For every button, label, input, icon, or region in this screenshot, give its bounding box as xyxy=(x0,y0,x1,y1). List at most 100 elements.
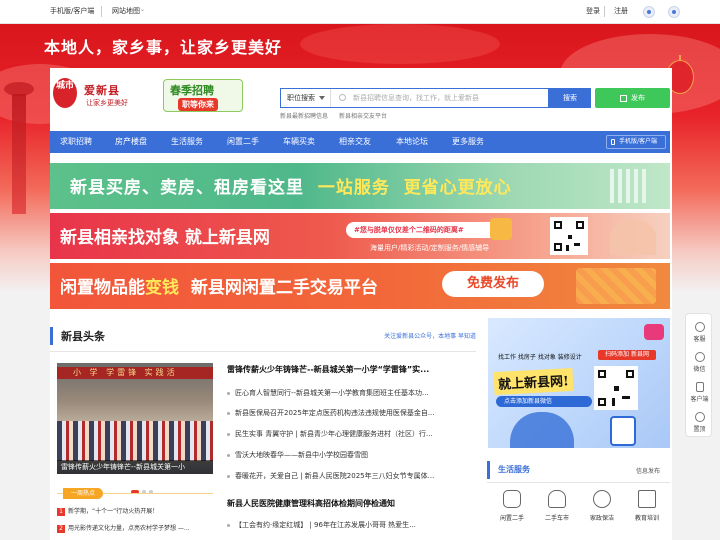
headline-photo[interactable]: 小 学 学雷锋 实践活 雷锋传薪火少年铸锋芒--新县城关第一小 xyxy=(57,363,213,474)
user-icon[interactable] xyxy=(668,6,680,18)
news-item[interactable]: 新县人民医院健康管理科高招体检期间停检通知 xyxy=(227,498,477,509)
banner-dating-pill-text: #您与脱单仅仅差个二维码的距离# xyxy=(354,226,464,234)
sitemap-link[interactable]: 网站地图 xyxy=(112,6,140,16)
publish-button[interactable]: 发布 xyxy=(595,88,670,108)
search-icon xyxy=(339,94,346,101)
site-name: 爱新县 xyxy=(84,84,120,97)
phone-icon xyxy=(610,416,636,446)
service-used-cars[interactable]: 二手车市 xyxy=(535,490,579,522)
divider xyxy=(101,6,102,17)
banner-dating-pill: #您与脱单仅仅差个二维码的距离# xyxy=(346,218,512,240)
car-icon xyxy=(548,490,566,508)
news-text: 【工会有约·缘定红城】 | 96年在江苏发展小哥哥 热爱生... xyxy=(235,521,416,529)
nav-item-forum[interactable]: 本地论坛 xyxy=(396,131,428,153)
login-link[interactable]: 登录 xyxy=(586,6,600,16)
logo-badge: 城市 xyxy=(55,81,74,91)
float-label: 微信 xyxy=(693,366,706,373)
nav-item-more[interactable]: 更多服务 xyxy=(452,131,484,153)
news-item[interactable]: 雪沃大地映春华——新县中小学校园春雪图 xyxy=(227,450,477,460)
hint-link-jobs[interactable]: 新县最新招聘信息 xyxy=(280,111,328,120)
phone-icon xyxy=(695,382,704,392)
news-text: 民生实事 青翼守护 | 新县青少年心理健康服务进村（社区）行... xyxy=(235,430,433,438)
ad-add-button[interactable]: 点击添加新县微信 xyxy=(496,396,592,407)
banner-dating-sub: 海量用户/精彩活动/定制服务/情感辅导 xyxy=(370,244,490,252)
qr-code[interactable] xyxy=(550,217,588,255)
service-secondhand[interactable]: 闲置二手 xyxy=(490,490,534,522)
search-button[interactable]: 搜索 xyxy=(549,88,591,108)
life-service-header: 生活服务 信息发布 xyxy=(487,461,670,479)
news-item[interactable]: 春暖花开，关爱自己 | 新县人民医院2025年三八妇女节专属体... xyxy=(227,471,477,481)
news-item[interactable]: 雷锋传薪火少年铸锋芒--新县城关第一小学“学雷锋”实... xyxy=(227,364,477,375)
nav-item-secondhand[interactable]: 闲置二手 xyxy=(227,131,259,153)
banner-secondhand-text: 闲置物品能变钱 新县网闲置二手交易平台 xyxy=(60,273,378,298)
float-back-to-top[interactable]: 置顶 xyxy=(686,412,713,433)
banner-dating[interactable]: 新县相亲找对象 就上新县网 #您与脱单仅仅差个二维码的距离# 海量用户/精彩活动… xyxy=(50,213,670,259)
news-item[interactable]: 【工会有约·缘定红城】 | 96年在江苏发展小哥哥 热爱生... xyxy=(227,520,477,530)
banner-housing-highlight: 一站服务 xyxy=(317,178,390,198)
hot-rank: 1 xyxy=(57,508,65,516)
nav-item-cars[interactable]: 车辆买卖 xyxy=(283,131,315,153)
banner-housing[interactable]: 新县买房、卖房、租房看这里 一站服务 更省心更放心 xyxy=(50,163,670,209)
phone-icon xyxy=(611,139,615,145)
chat-icon xyxy=(644,324,664,340)
search-category-select[interactable]: 职位搜索 xyxy=(281,89,331,107)
photo-crowd xyxy=(57,421,213,461)
photo-banner: 小 学 学雷锋 实践活 xyxy=(57,367,213,379)
nav-mobile-button[interactable]: 手机版/客户端 xyxy=(606,135,666,149)
chevron-down-icon: ⌄ xyxy=(140,6,146,13)
news-item[interactable]: 新县医保局召开2025年定点医药机构违法违规使用医保基金自... xyxy=(227,408,477,418)
divider xyxy=(604,6,605,17)
spring-recruit-promo[interactable]: 春季招聘 职等你来 xyxy=(163,79,243,112)
hot-rank: 2 xyxy=(57,525,65,533)
news-item[interactable]: 匠心育人智慧同行--新县城关第一小学教育集团班主任基本功... xyxy=(227,388,477,398)
float-customer-service[interactable]: 客服 xyxy=(686,322,713,343)
search-input[interactable]: 新县招聘信息查询，找工作，就上爱新县 xyxy=(353,89,479,107)
search-box: 职位搜索 新县招聘信息查询，找工作，就上爱新县 xyxy=(280,88,549,108)
nav-item-life[interactable]: 生活服务 xyxy=(171,131,203,153)
wechat-icon[interactable] xyxy=(643,6,655,18)
service-label: 家政保洁 xyxy=(589,515,614,522)
float-wechat[interactable]: 微信 xyxy=(686,352,713,373)
nav-item-dating[interactable]: 相亲交友 xyxy=(339,131,371,153)
carousel-dots xyxy=(131,479,156,498)
photo-caption: 雷锋传薪火少年铸锋芒--新县城关第一小 xyxy=(57,460,213,474)
news-text: 春暖花开，关爱自己 | 新县人民医院2025年三八妇女节专属体... xyxy=(235,472,435,480)
qr-code[interactable] xyxy=(594,366,638,410)
cleaning-icon xyxy=(593,490,611,508)
banner-secondhand-lead: 闲置物品能 xyxy=(60,278,145,298)
bullet xyxy=(227,523,230,527)
hero-slogan: 本地人，家乡事，让家乡更美好 xyxy=(44,38,283,57)
hot-item[interactable]: 1 新学期，“十个一”行动火热开展！ xyxy=(57,506,158,516)
headlines-title: 新县头条 xyxy=(61,330,105,343)
hot-item[interactable]: 2 用光影传递文化力量，点亮农村学子梦想 —... xyxy=(57,523,190,533)
ad-top-text: 找工作 找房子 找对象 装修设计 xyxy=(498,354,582,361)
bullet xyxy=(227,432,230,436)
service-label: 闲置二手 xyxy=(499,515,524,522)
banner-secondhand-main: 新县网闲置二手交易平台 xyxy=(190,278,378,298)
service-label: 二手车市 xyxy=(544,515,569,522)
nav-item-housing[interactable]: 房产楼盘 xyxy=(115,131,147,153)
free-publish-button[interactable]: 免费发布 xyxy=(442,271,544,297)
top-bar: 手机版/客户端 ⌄ 网站地图 ⌄ 登录 注册 xyxy=(0,0,720,24)
register-link[interactable]: 注册 xyxy=(614,6,628,16)
follow-link[interactable]: 关注爱新县公众号，本地事 早知道 xyxy=(384,331,476,340)
nav-mobile-label: 手机版/客户端 xyxy=(619,138,658,145)
info-publish-link[interactable]: 信息发布 xyxy=(636,466,660,475)
news-item[interactable]: 民生实事 青翼守护 | 新县青少年心理健康服务进村（社区）行... xyxy=(227,429,477,439)
float-label: 置顶 xyxy=(693,426,706,433)
couple-illustration xyxy=(610,219,656,255)
site-tagline: 让家乡更美好 xyxy=(86,99,128,107)
side-ad[interactable]: 找工作 找房子 找对象 装修设计 扫码添加 新县网 就上新县网! 点击添加新县微… xyxy=(488,318,670,448)
float-app[interactable]: 客户端 xyxy=(686,382,713,403)
site-logo[interactable]: 城市 xyxy=(53,78,77,108)
service-housekeeping[interactable]: 家政保洁 xyxy=(580,490,624,522)
banner-secondhand[interactable]: 闲置物品能变钱 新县网闲置二手交易平台 免费发布 xyxy=(50,263,670,309)
hint-link-dating[interactable]: 新县相亲交友平台 xyxy=(339,111,387,120)
chevron-down-icon xyxy=(319,96,325,100)
service-education[interactable]: 教育培训 xyxy=(625,490,669,522)
goods-illustration xyxy=(576,268,656,304)
bullet xyxy=(227,411,230,415)
float-label: 客户端 xyxy=(690,396,709,403)
nav-item-jobs[interactable]: 求职招聘 xyxy=(60,131,92,153)
cloud-decoration xyxy=(300,24,500,64)
